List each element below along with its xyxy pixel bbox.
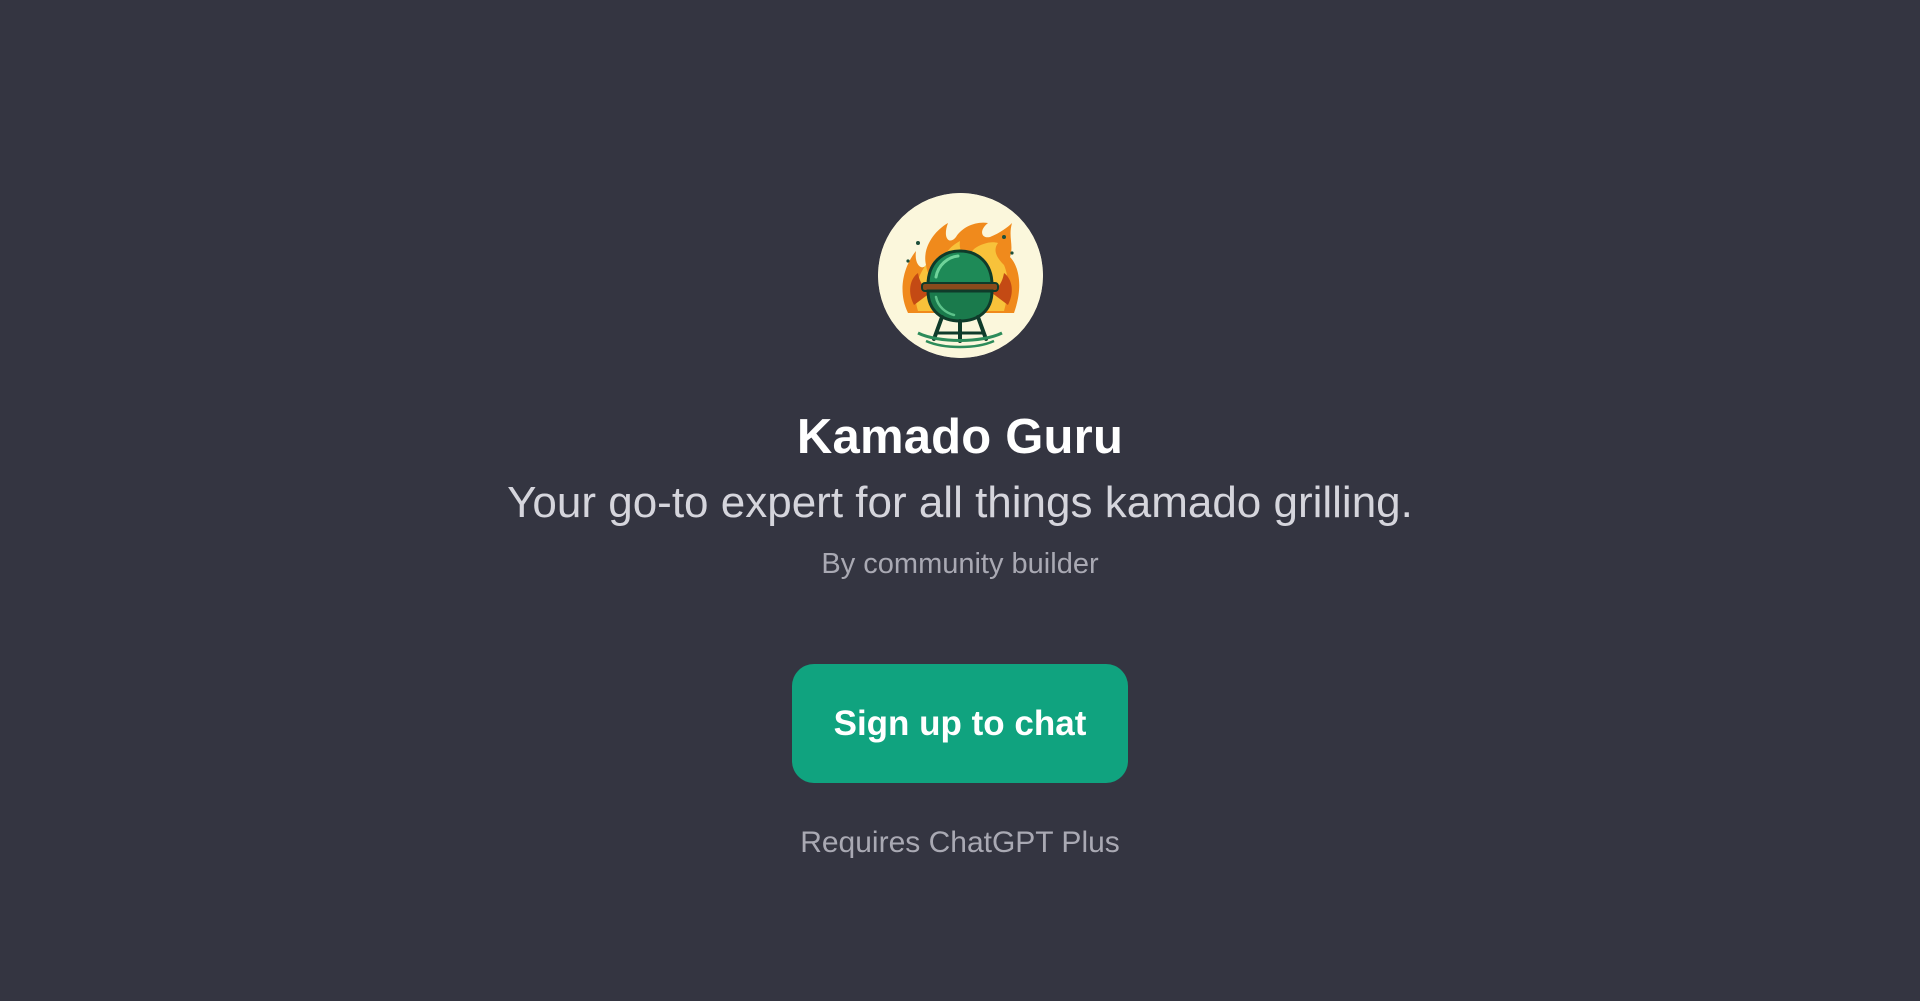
- gpt-author: By community builder: [821, 548, 1099, 580]
- gpt-description: Your go-to expert for all things kamado …: [507, 478, 1413, 527]
- gpt-landing-page: Kamado Guru Your go-to expert for all th…: [0, 0, 1920, 1001]
- kamado-grill-logo-icon: [877, 193, 1043, 358]
- sign-up-to-chat-button[interactable]: Sign up to chat: [792, 664, 1128, 783]
- gpt-profile: Kamado Guru Your go-to expert for all th…: [0, 193, 1920, 862]
- plan-requirement-note: Requires ChatGPT Plus: [800, 826, 1120, 859]
- gpt-title: Kamado Guru: [796, 410, 1124, 464]
